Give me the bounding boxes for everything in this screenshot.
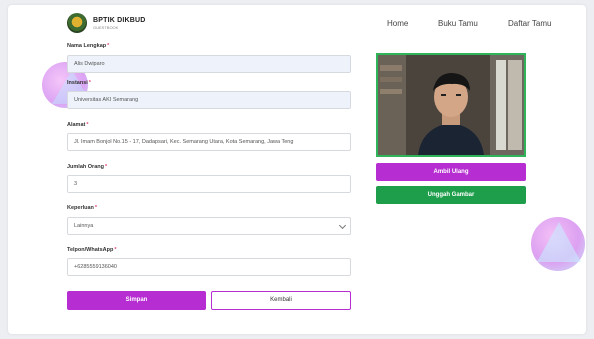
decorative-triangle-right [537,222,581,262]
nav-buku-tamu[interactable]: Buku Tamu [438,19,478,28]
emblem-icon [67,13,87,33]
brand-subtitle: GUESTBOOK [93,24,119,30]
nav-daftar-tamu[interactable]: Daftar Tamu [508,19,551,28]
instansi-label: Instansi* [67,80,91,86]
telpon-field[interactable]: +6285559136040 [67,258,351,276]
telpon-label: Telpon/WhatsApp* [67,247,117,253]
nama-field[interactable]: Alis Dwiparo [67,55,351,73]
keperluan-selected-value: Lainnya [74,223,94,229]
brand-logo[interactable]: BPTIK DIKBUD GUESTBOOK [67,13,146,33]
nav-home[interactable]: Home [387,19,408,28]
person-photo-icon [378,55,524,155]
chevron-down-icon [338,221,347,230]
alamat-field[interactable]: Jl. Imam Bonjol No.15 - 17, Dadapsari, K… [67,133,351,151]
nama-label: Nama Lengkap* [67,43,110,49]
jumlah-field[interactable]: 3 [67,175,351,193]
kembali-button[interactable]: Kembali [211,291,351,310]
alamat-label: Alamat* [67,122,89,128]
jumlah-label: Jumlah Orang* [67,164,108,170]
keperluan-label: Keperluan* [67,205,98,211]
webcam-photo [376,53,526,157]
brand-title: BPTIK DIKBUD [93,16,146,24]
instansi-field[interactable]: Universitas AKI Semarang [67,91,351,109]
keperluan-select[interactable]: Lainnya [67,217,351,235]
ambil-ulang-button[interactable]: Ambil Ulang [376,163,526,181]
simpan-button[interactable]: Simpan [67,291,206,310]
unggah-gambar-button[interactable]: Unggah Gambar [376,186,526,204]
